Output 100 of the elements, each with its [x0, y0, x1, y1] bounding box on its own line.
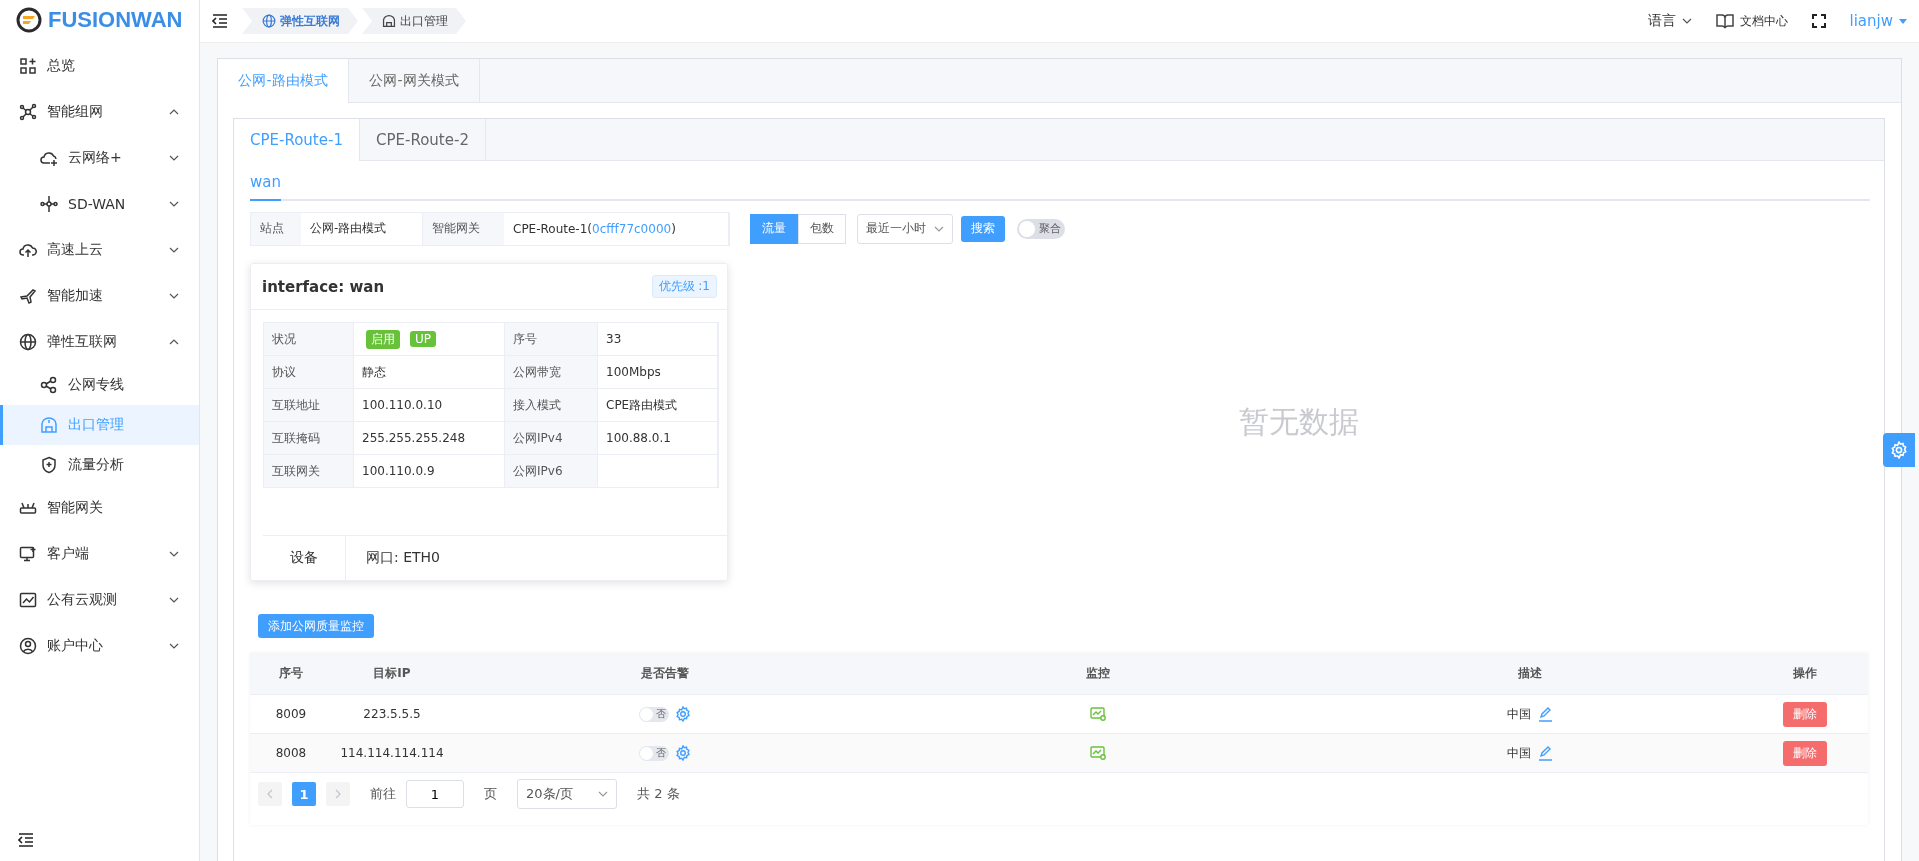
collapse-icon[interactable]	[18, 833, 34, 847]
chevron-left-icon	[267, 789, 273, 799]
chevron-down-icon	[169, 247, 179, 253]
sidebar-item[interactable]: 高速上云	[0, 227, 199, 273]
gateway-icon	[382, 14, 396, 28]
chevron-down-icon	[169, 155, 179, 161]
chevron-down-icon	[934, 225, 944, 232]
table-cell: 中国	[1507, 744, 1531, 762]
edit-icon[interactable]	[1537, 706, 1553, 722]
column-header: 目标IP	[372, 665, 412, 682]
gear-icon	[1890, 441, 1908, 459]
breadcrumb[interactable]: 弹性互联网	[242, 8, 358, 34]
sidebar-item[interactable]: 智能加速	[0, 273, 199, 319]
shield-icon	[40, 456, 58, 474]
chevron-down-icon	[169, 551, 179, 557]
field-label: 状况	[264, 323, 353, 355]
field-value: CPE路由模式	[597, 389, 718, 421]
metric-toggle[interactable]: 包数	[798, 213, 846, 244]
table-cell-text: 8009	[274, 707, 308, 721]
sidebar-item[interactable]: 公有云观测	[0, 577, 199, 623]
docs-link[interactable]: 文档中心	[1715, 12, 1788, 30]
logo-icon	[16, 7, 42, 33]
table-cell-text: 223.5.5.5	[362, 707, 422, 721]
sidebar-item[interactable]: 总览	[0, 43, 199, 89]
alert-switch[interactable]: 否	[639, 745, 669, 761]
chevron-down-icon	[169, 293, 179, 299]
globe-icon	[262, 14, 276, 28]
field-label: 公网IPv4	[505, 422, 597, 454]
total-count: 共 2 条	[637, 785, 680, 803]
column-header: 是否告警	[640, 665, 690, 682]
field-label: 设备	[263, 536, 346, 580]
field-label: 序号	[505, 323, 597, 355]
sidebar-item[interactable]: 智能网关	[0, 485, 199, 531]
field-label: 协议	[264, 356, 353, 388]
column-header: 描述	[1517, 665, 1543, 682]
share-icon	[40, 376, 58, 394]
cloud-plus-icon	[40, 149, 58, 167]
language-dropdown[interactable]: 语言	[1647, 12, 1692, 30]
cloud-upload-icon	[19, 241, 37, 259]
field-value: 100Mbps	[597, 356, 718, 388]
chevron-down-icon	[598, 791, 608, 797]
grid-icon	[19, 57, 37, 75]
settings-button[interactable]	[1883, 433, 1915, 467]
chevron-down-icon	[1681, 18, 1692, 24]
breadcrumb[interactable]: 出口管理	[362, 8, 466, 34]
sidebar-item[interactable]: 云网络+	[0, 135, 199, 181]
edit-icon[interactable]	[1537, 745, 1553, 761]
caret-icon	[1899, 18, 1907, 24]
page-input[interactable]: 1	[406, 780, 464, 808]
field-value: 100.88.0.1	[597, 422, 718, 454]
settings-icon[interactable]	[675, 745, 691, 761]
field-label: 接入模式	[505, 389, 597, 421]
field-label: 互联掩码	[264, 422, 353, 454]
card-title: interface: wan	[262, 277, 385, 296]
chevron-up-icon	[169, 109, 179, 115]
user-icon	[19, 637, 37, 655]
table-cell: 中国	[1507, 705, 1531, 723]
field-label: 互联地址	[264, 389, 353, 421]
tab[interactable]: 公网-网关模式	[349, 59, 480, 103]
chevron-down-icon	[169, 643, 179, 649]
monitor-chart-icon[interactable]	[1090, 746, 1106, 760]
monitor-icon	[19, 545, 37, 563]
sidebar-item[interactable]: SD-WAN	[0, 181, 199, 227]
network-icon	[19, 103, 37, 121]
settings-icon[interactable]	[675, 706, 691, 722]
time-range-select[interactable]: 最近一小时	[857, 213, 953, 244]
page-unit-label: 页	[484, 785, 497, 803]
fullscreen-icon[interactable]	[1811, 14, 1826, 28]
gateway-icon	[40, 416, 58, 434]
sidebar-item[interactable]: 流量分析	[0, 445, 199, 485]
logo-text: FUSIONWAN	[48, 7, 183, 33]
status-tag: 启用	[366, 329, 400, 349]
book-icon	[1715, 13, 1734, 29]
field-label: 公网IPv6	[505, 455, 597, 487]
field-value: 33	[597, 323, 718, 355]
field-label: 站点	[251, 212, 301, 245]
sidebar-item[interactable]: 客户端	[0, 531, 199, 577]
table-cell-text: 114.114.114.114	[339, 746, 445, 760]
field-label: 互联网关	[264, 455, 353, 487]
menu-collapse-icon[interactable]	[212, 14, 228, 28]
alert-switch[interactable]: 否	[639, 706, 669, 722]
sidebar-item[interactable]: 账户中心	[0, 623, 199, 669]
sidebar-item[interactable]: 智能组网	[0, 89, 199, 135]
nodes-icon	[40, 195, 58, 213]
tab[interactable]: CPE-Route-2	[360, 119, 486, 161]
goto-label: 前往	[370, 785, 396, 803]
sidebar-item[interactable]: 弹性互联网	[0, 319, 199, 365]
column-header: 监控	[1085, 665, 1111, 682]
sidebar-item[interactable]: 公网专线	[0, 365, 199, 405]
monitor-chart-icon[interactable]	[1090, 707, 1106, 721]
table-cell-text: 8008	[274, 746, 308, 760]
aggregate-switch[interactable]: 聚合	[1017, 218, 1065, 239]
status-tag: UP	[410, 331, 437, 347]
chevron-down-icon	[169, 201, 179, 207]
priority-tag: 优先级 :1	[651, 275, 717, 298]
page-size-select[interactable]: 20条/页	[517, 779, 617, 809]
field-value: CPE-Route-1(0cfff77c0000)	[504, 212, 729, 245]
field-label: 公网带宽	[505, 356, 597, 388]
field-value: 网口: ETH0	[365, 548, 440, 567]
globe-icon	[19, 333, 37, 351]
